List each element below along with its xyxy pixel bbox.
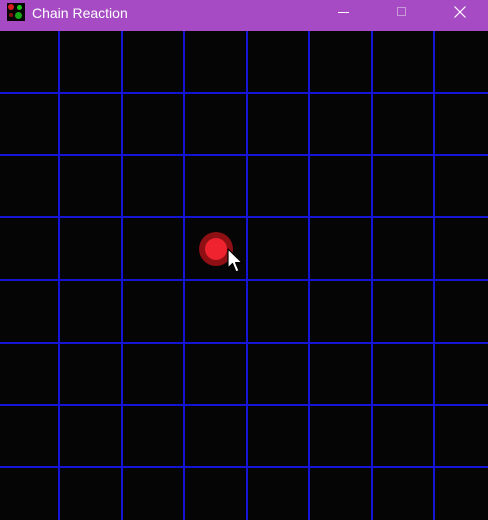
app-icon: [7, 3, 25, 21]
grid-line-vertical: [308, 31, 310, 520]
maximize-icon: [397, 7, 406, 16]
title-bar[interactable]: Chain Reaction: [0, 0, 488, 31]
pointer-icon: [227, 248, 243, 273]
maximize-button[interactable]: [374, 0, 430, 24]
close-icon: [454, 6, 466, 18]
grid-line-horizontal: [0, 92, 488, 94]
game-window: Chain Reaction: [0, 0, 488, 520]
grid-line-horizontal: [0, 216, 488, 218]
grid-line-vertical: [121, 31, 123, 520]
grid-line-vertical: [246, 31, 248, 520]
grid-line-horizontal: [0, 154, 488, 156]
grid-line-horizontal: [0, 342, 488, 344]
minimize-button[interactable]: [316, 0, 372, 24]
grid-line-vertical: [58, 31, 60, 520]
window-title: Chain Reaction: [32, 5, 128, 21]
grid-line-horizontal: [0, 466, 488, 468]
minimize-icon: [338, 12, 349, 13]
grid-line-horizontal: [0, 279, 488, 281]
grid-line-vertical: [371, 31, 373, 520]
game-board[interactable]: [0, 31, 488, 520]
grid-line-vertical: [183, 31, 185, 520]
close-button[interactable]: [432, 0, 488, 24]
grid-line-vertical: [433, 31, 435, 520]
grid-line-horizontal: [0, 404, 488, 406]
